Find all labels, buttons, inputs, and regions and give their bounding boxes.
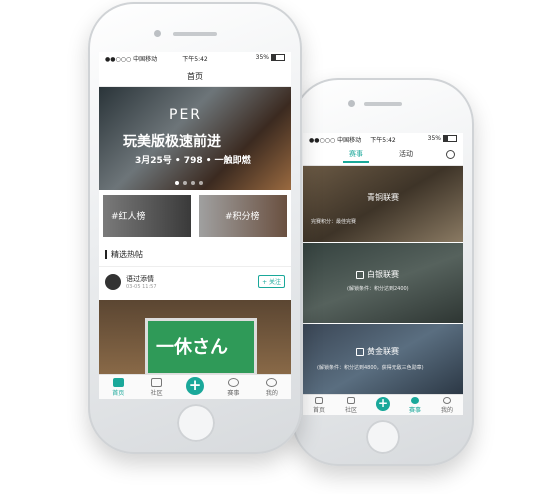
chat-icon [347, 397, 355, 404]
banner-brand: PER [169, 107, 203, 123]
section-title: 精选热帖 [111, 250, 143, 259]
tab-post[interactable]: + [367, 395, 399, 415]
status-bar: ●●○○○ 中国移动 下午5:42 35% [99, 52, 291, 64]
event-card-bronze[interactable]: 青铜联赛 完赛积分：最佳完赛 [303, 166, 463, 242]
tab-events-bottom[interactable]: 赛事 [214, 375, 252, 399]
card-points[interactable]: #积分榜 [199, 195, 287, 237]
home-icon [112, 378, 124, 387]
bottom-tab-bar: 首页 社区 + 赛事 我的 [303, 394, 463, 415]
avatar[interactable] [105, 274, 121, 290]
medal-icon [227, 378, 239, 387]
card-influencers[interactable]: #红人榜 [103, 195, 191, 237]
lock-icon [356, 271, 364, 279]
status-bar: ●●○○○ 中国移动 下午5:42 35% [303, 133, 463, 145]
earpiece [364, 102, 402, 106]
post-username: 语过添情 [126, 275, 154, 283]
post-header: 语过添情 03-05 11:57 + 关注 [99, 270, 291, 298]
banner-headline: 玩美版极速前进 [123, 134, 221, 150]
home-button[interactable] [177, 404, 215, 442]
tab-home[interactable]: 首页 [303, 395, 335, 415]
phone-left: ●●○○○ 中国移动 下午5:42 35% 首页 PER 玩美版极速前进 3月2… [88, 2, 302, 454]
tab-mine[interactable]: 我的 [431, 395, 463, 415]
home-button[interactable] [366, 420, 400, 454]
phone-right: ●●○○○ 中国移动 下午5:42 35% 赛事 活动 青铜联赛 完赛积分：最佳… [292, 78, 474, 466]
section-header: 精选热帖 [99, 244, 291, 267]
banner[interactable]: PER 玩美版极速前进 3月25号 • 798 • 一触即燃 [99, 87, 291, 190]
tab-activities[interactable]: 活动 [399, 149, 413, 159]
front-camera [154, 30, 161, 37]
medal-icon [411, 397, 419, 404]
earpiece [173, 32, 217, 36]
post-image-sign: 一休さん [145, 318, 257, 376]
follow-button[interactable]: + 关注 [258, 275, 285, 288]
event-card-gold[interactable]: 黄金联赛 (解锁条件：积分达到4800，获得无敌三色勋章) [303, 324, 463, 396]
tab-events[interactable]: 赛事 [343, 149, 369, 163]
post-timestamp: 03-05 11:57 [126, 284, 157, 290]
tab-community[interactable]: 社区 [137, 375, 175, 399]
post-image[interactable]: 一休さん [99, 300, 291, 376]
screen-left: ●●○○○ 中国移动 下午5:42 35% 首页 PER 玩美版极速前进 3月2… [99, 52, 291, 399]
home-icon [315, 397, 323, 404]
event-note: (解锁条件：积分达到2400) [347, 286, 409, 292]
event-note: 完赛积分：最佳完赛 [311, 219, 357, 225]
info-icon[interactable] [446, 150, 455, 159]
plus-icon: + [376, 396, 390, 411]
user-icon [443, 397, 451, 404]
event-title: 白银联赛 [367, 270, 399, 279]
banner-subline: 3月25号 • 798 • 一触即燃 [135, 156, 251, 166]
carousel-dots [175, 181, 203, 185]
chat-icon [151, 378, 163, 387]
tab-mine[interactable]: 我的 [253, 375, 291, 399]
user-icon [266, 378, 278, 387]
front-camera [348, 100, 355, 107]
tab-community[interactable]: 社区 [335, 395, 367, 415]
nav-bar: 首页 [99, 64, 291, 87]
bottom-tab-bar: 首页 社区 + 赛事 我的 [99, 374, 291, 399]
event-card-silver[interactable]: 白银联赛 (解锁条件：积分达到2400) [303, 243, 463, 323]
section-marker [105, 250, 107, 259]
event-note: (解锁条件：积分达到4800，获得无敌三色勋章) [317, 365, 424, 371]
screen-right: ●●○○○ 中国移动 下午5:42 35% 赛事 活动 青铜联赛 完赛积分：最佳… [303, 133, 463, 415]
event-title: 黄金联赛 [367, 347, 399, 356]
lock-icon [356, 348, 364, 356]
page-title: 首页 [187, 72, 203, 81]
tab-post[interactable]: + [176, 375, 214, 399]
event-title: 青铜联赛 [367, 193, 399, 202]
tab-events-bottom[interactable]: 赛事 [399, 395, 431, 415]
tab-home[interactable]: 首页 [99, 375, 137, 399]
plus-icon: + [186, 377, 205, 395]
top-tab-bar: 赛事 活动 [303, 145, 463, 166]
